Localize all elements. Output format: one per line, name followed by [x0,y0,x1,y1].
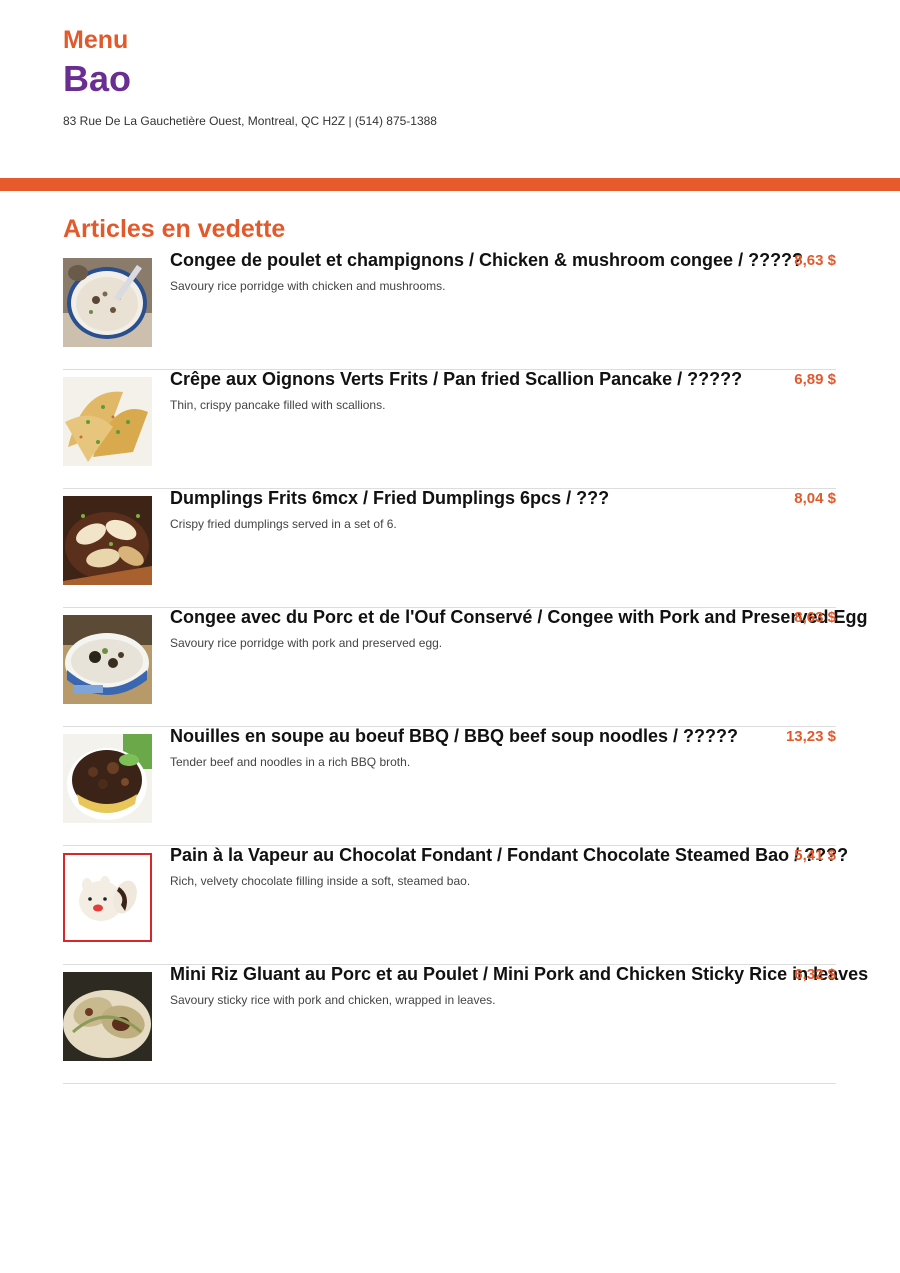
menu-item-description: Crispy fried dumplings served in a set o… [170,517,397,531]
header-divider [0,178,900,191]
menu-item[interactable]: Nouilles en soupe au boeuf BBQ / BBQ bee… [63,726,836,846]
menu-label: Menu [63,26,129,54]
section-title: Articles en vedette [63,215,286,243]
menu-item-name: Pain à la Vapeur au Chocolat Fondant / F… [170,845,849,865]
menu-item-image[interactable] [63,972,152,1061]
menu-item-name: Dumplings Frits 6mcx / Fried Dumplings 6… [170,488,610,508]
menu-item-price: 8,63 $ [794,252,836,269]
menu-item-image[interactable] [63,377,152,466]
menu-item-description: Rich, velvety chocolate filling inside a… [170,874,471,888]
menu-item-name: Congee avec du Porc et de l'Ouf Conservé… [170,607,868,627]
menu-item[interactable]: Congee avec du Porc et de l'Ouf Conservé… [63,607,867,727]
menu-item-price: 6,89 $ [794,371,836,388]
menu-item-price: 8,04 $ [794,490,836,507]
menu-item[interactable]: Dumplings Frits 6mcx / Fried Dumplings 6… [63,488,836,608]
menu-item-image[interactable] [63,615,152,704]
menu-item-image[interactable] [63,496,152,585]
menu-item-description: Tender beef and noodles in a rich BBQ br… [170,755,411,769]
menu-item-description: Savoury rice porridge with pork and pres… [170,636,443,650]
menu-item-name: Congee de poulet et champignons / Chicke… [170,250,804,270]
menu-item-description: Savoury rice porridge with chicken and m… [170,279,446,293]
restaurant-name: Bao [63,58,132,99]
menu-item-price: 5,41 $ [794,847,836,864]
menu-item[interactable]: Mini Riz Gluant au Porc et au Poulet / M… [63,964,868,1084]
menu-item-description: Savoury sticky rice with pork and chicke… [170,993,496,1007]
menu-item-image[interactable] [63,734,152,823]
menu-item-price: 6,32 $ [794,966,836,983]
menu-item-image-selected[interactable] [63,853,152,942]
menu-item[interactable]: Crêpe aux Oignons Verts Frits / Pan frie… [63,369,836,489]
restaurant-address: 83 Rue De La Gauchetière Ouest, Montreal… [63,114,437,128]
menu-item-name: Mini Riz Gluant au Porc et au Poulet / M… [170,964,869,984]
menu-item-name: Nouilles en soupe au boeuf BBQ / BBQ bee… [170,726,739,746]
menu-item-image[interactable] [63,258,152,347]
menu-item-name: Crêpe aux Oignons Verts Frits / Pan frie… [170,369,743,389]
menu-item-price: 13,23 $ [785,728,836,745]
menu-item-price: 8,63 $ [794,609,836,626]
menu-item[interactable]: Congee de poulet et champignons / Chicke… [63,250,836,370]
menu-item[interactable]: Pain à la Vapeur au Chocolat Fondant / F… [63,845,848,965]
menu-item-description: Thin, crispy pancake filled with scallio… [170,398,386,412]
